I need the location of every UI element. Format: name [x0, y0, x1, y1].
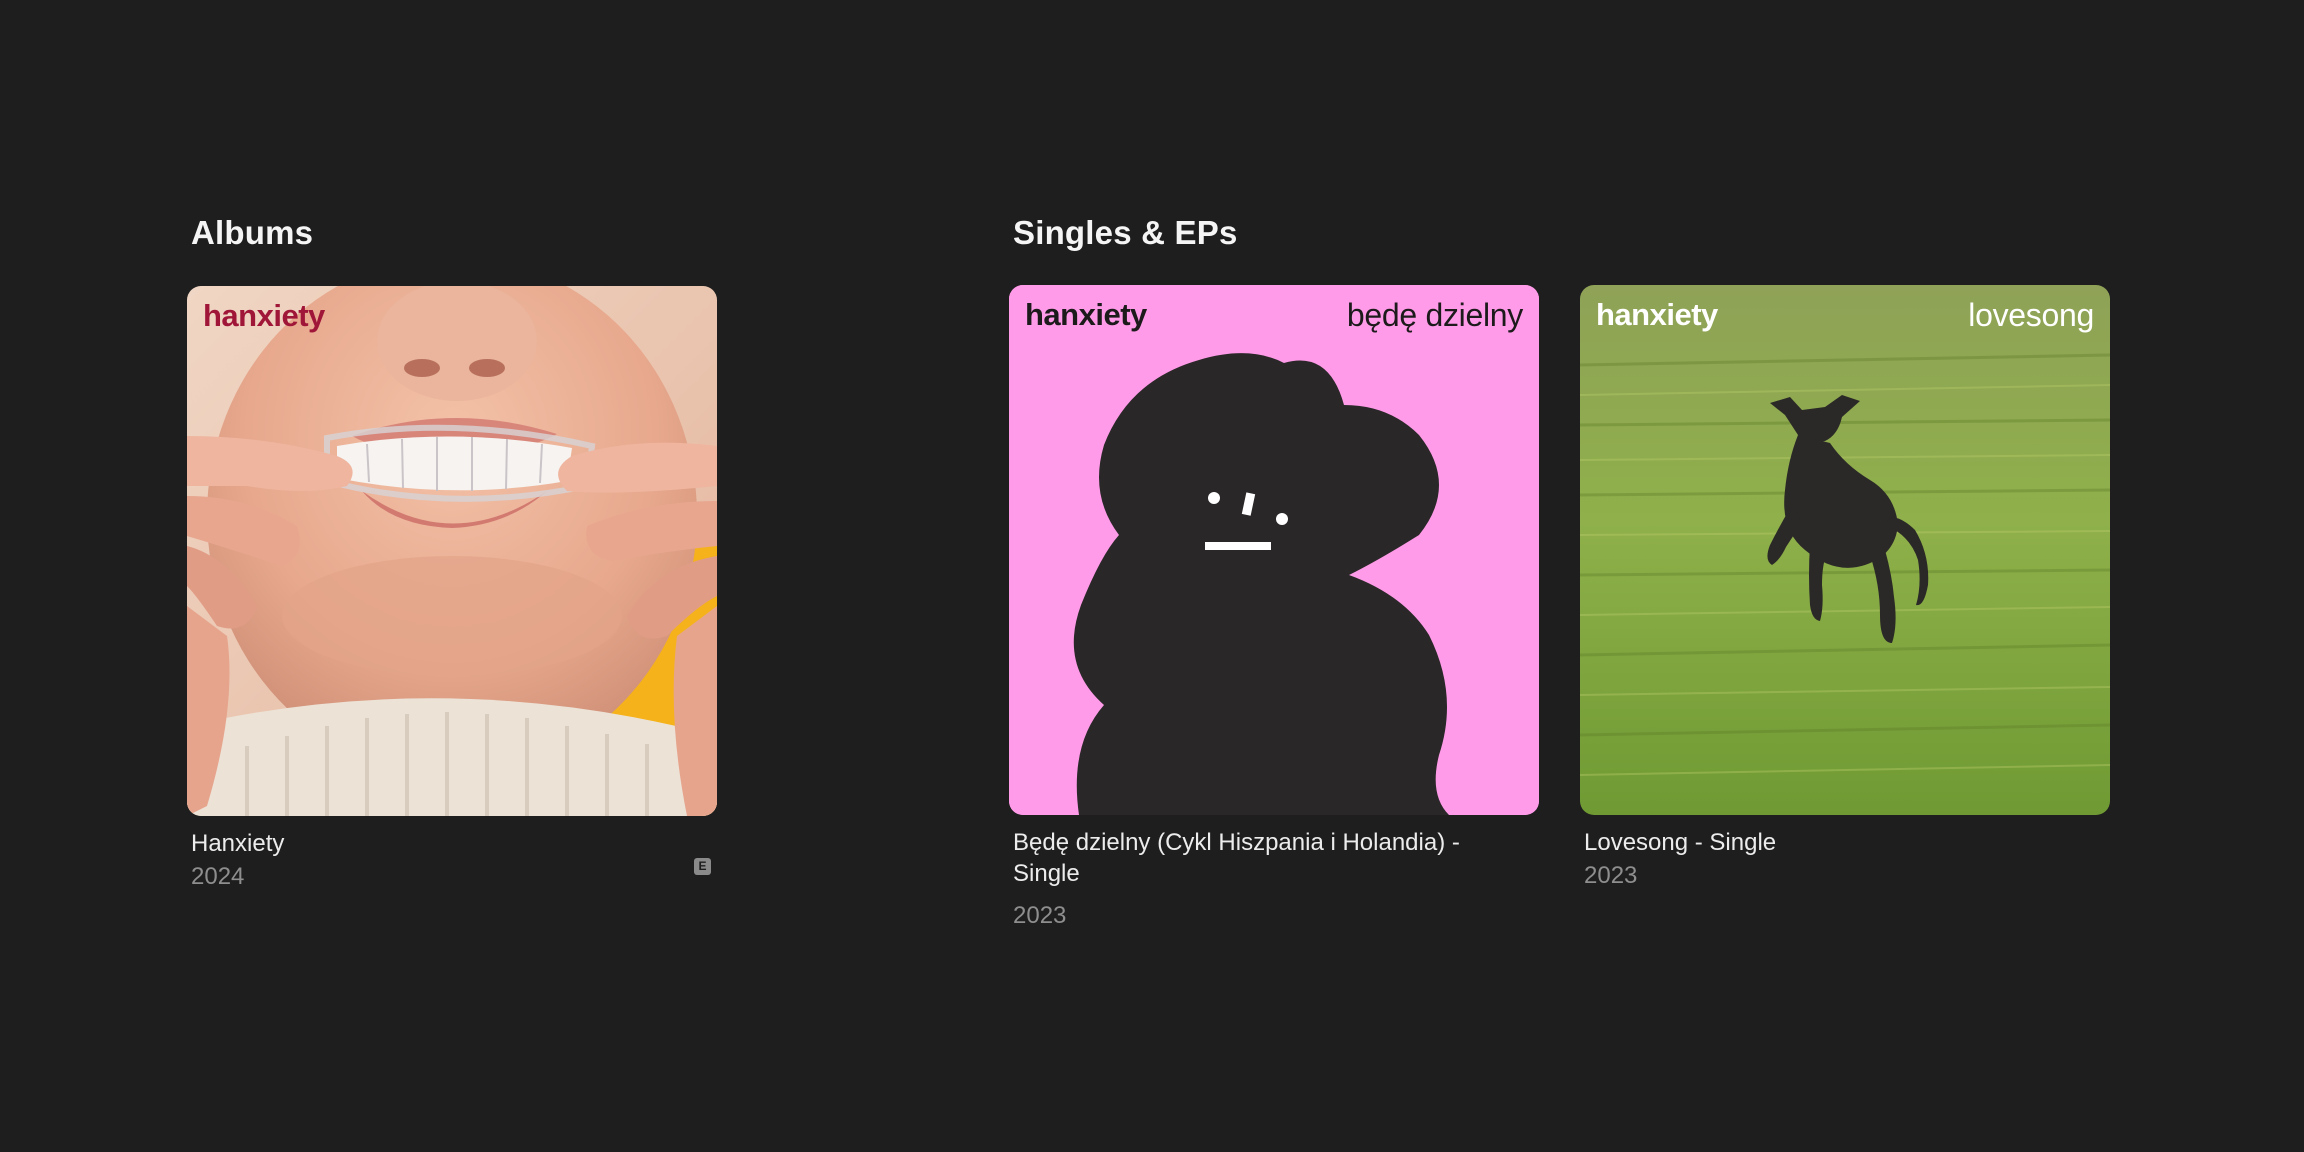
single-card-bede-dzielny[interactable]: hanxiety będę dzielny Będę dzielny (Cykl…	[1009, 285, 1539, 931]
single-cover-lovesong[interactable]: hanxiety lovesong	[1580, 285, 2110, 815]
explicit-badge-icon: E	[694, 858, 711, 875]
album-title[interactable]: Hanxiety	[187, 828, 711, 859]
single-cover-artist-text: hanxiety	[1025, 297, 1147, 332]
single-cover-title-text: lovesong	[1968, 297, 2094, 333]
single-title[interactable]: Lovesong - Single	[1580, 827, 2104, 858]
single-cover-bede-dzielny[interactable]: hanxiety będę dzielny	[1009, 285, 1539, 815]
single-cover-artist-text: hanxiety	[1596, 297, 1718, 332]
single-year: 2023	[1584, 862, 1638, 889]
album-year: 2024	[191, 863, 245, 890]
single-artwork-image-lamb	[1580, 285, 2110, 815]
album-card-hanxiety[interactable]: hanxiety Hanxiety 2024 E	[187, 286, 717, 892]
albums-section-heading[interactable]: Albums	[191, 214, 313, 252]
single-artwork-image	[1009, 285, 1539, 815]
single-cover-title-text: będę dzielny	[1346, 297, 1523, 333]
artist-discography-page: Albums hanxiety Hanxiety 2024 E Singles …	[0, 0, 2304, 1152]
singles-section-heading[interactable]: Singles & EPs	[1013, 214, 1238, 252]
single-title[interactable]: Będę dzielny (Cykl Hiszpania i Holandia)…	[1009, 827, 1533, 889]
single-year: 2023	[1013, 902, 1067, 929]
album-cover-artist-text: hanxiety	[203, 298, 325, 333]
single-card-lovesong[interactable]: hanxiety lovesong Lovesong - Single 2023	[1580, 285, 2110, 891]
album-artwork-image	[187, 286, 717, 816]
album-cover-hanxiety[interactable]: hanxiety	[187, 286, 717, 816]
